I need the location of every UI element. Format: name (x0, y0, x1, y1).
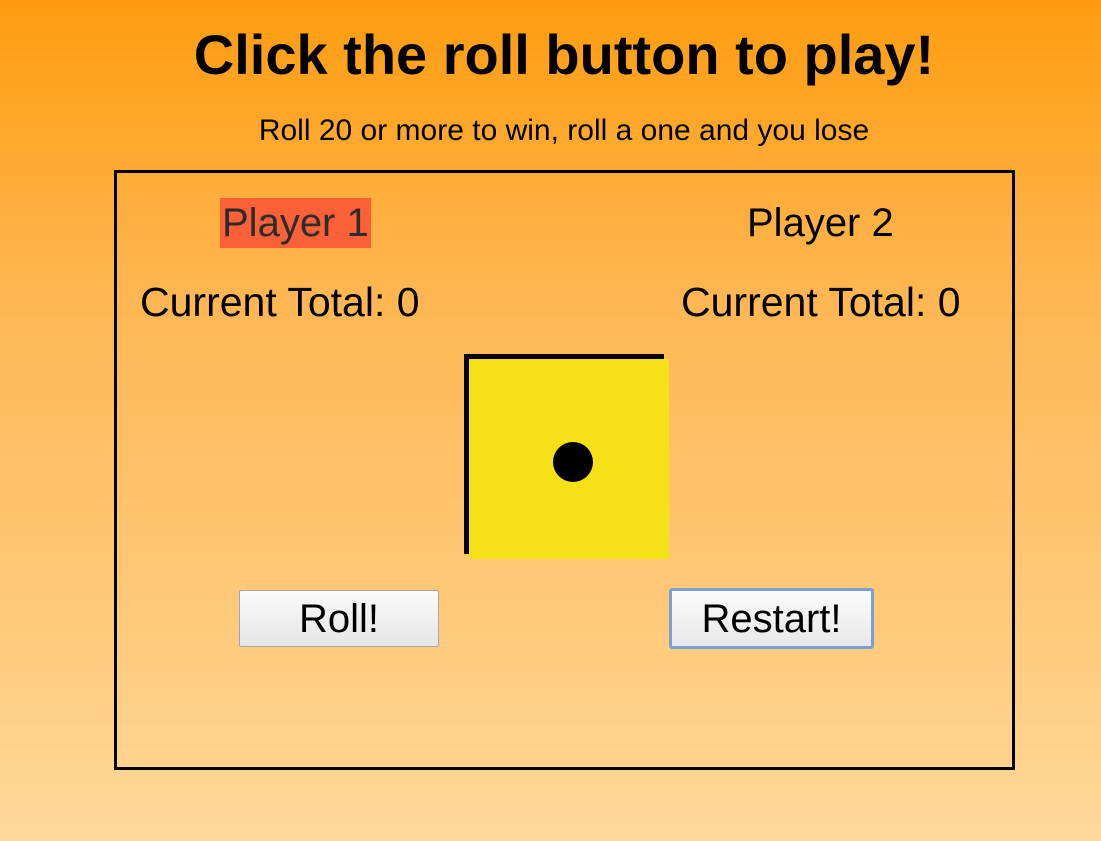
game-rules-subtitle: Roll 20 or more to win, roll a one and y… (258, 114, 870, 147)
game-board: Player 1 Player 2 Current Total: 0 Curre… (114, 170, 1015, 770)
restart-button[interactable]: Restart! (669, 588, 874, 649)
player-1-current-total: Current Total: 0 (140, 279, 420, 325)
die-pip (553, 442, 593, 482)
player-2-current-total: Current Total: 0 (681, 279, 961, 325)
player-2-name: Player 2 (747, 201, 894, 245)
page-title: Click the roll button to play! (193, 23, 935, 86)
roll-button[interactable]: Roll! (239, 590, 439, 647)
die-face (469, 359, 669, 559)
die (464, 354, 669, 559)
player-1-name: Player 1 (220, 198, 371, 248)
